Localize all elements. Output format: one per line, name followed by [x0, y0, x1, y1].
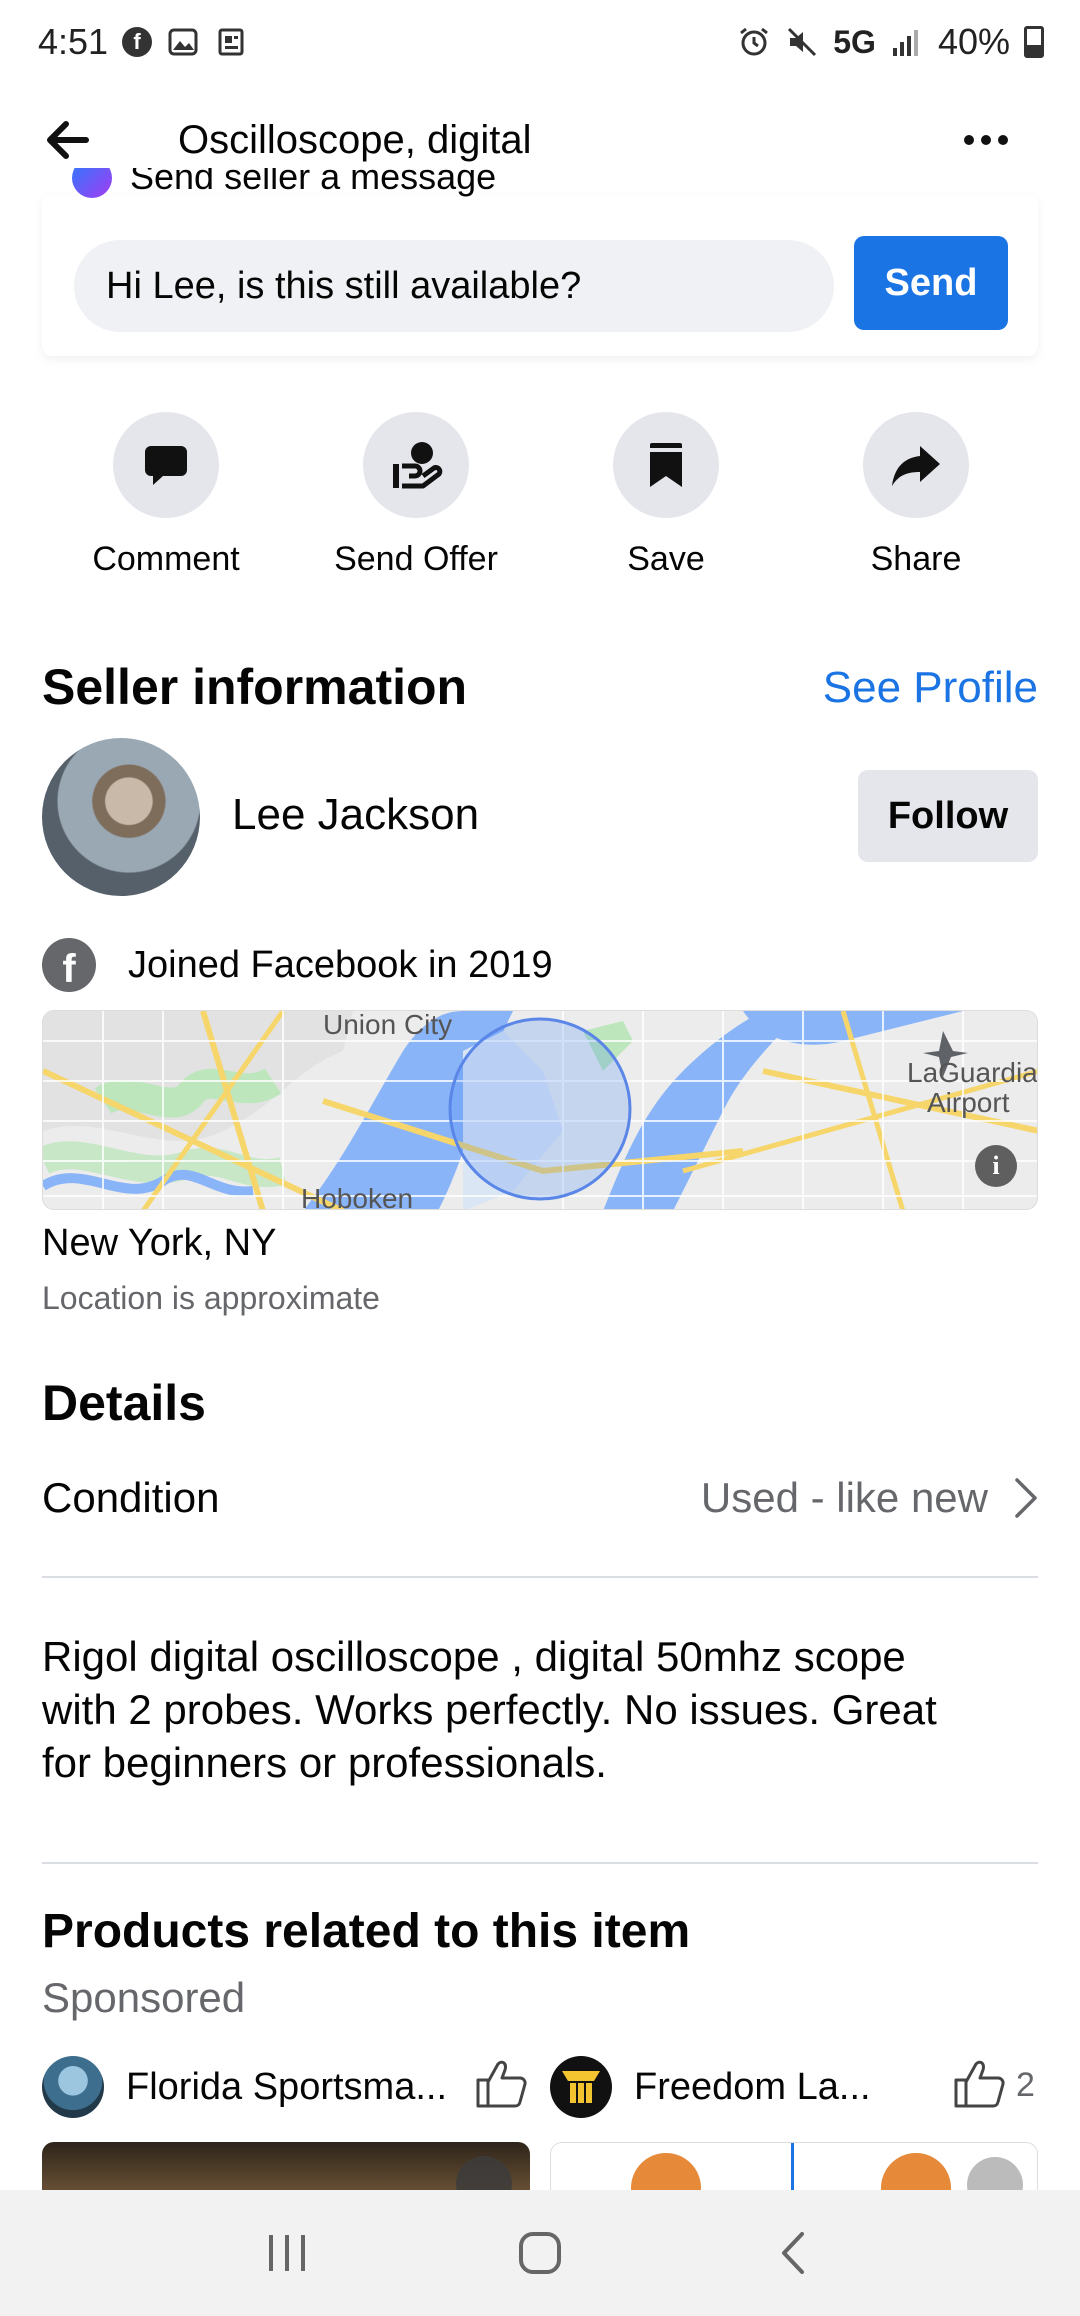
comment-icon — [113, 412, 219, 518]
like-icon[interactable] — [952, 2058, 1008, 2110]
chevron-left-icon — [782, 2232, 805, 2274]
product-card-image[interactable] — [42, 2142, 530, 2194]
action-row: Comment Send Offer Save Share — [0, 412, 1080, 579]
more-dot-icon — [998, 135, 1008, 145]
map-label: LaGuardia — [907, 1057, 1038, 1088]
status-time: 4:51 — [38, 21, 109, 62]
status-left: 4:51 f — [38, 21, 248, 63]
illustration-face-icon — [881, 2153, 951, 2193]
more-options-icon[interactable] — [967, 2157, 1023, 2193]
advertiser-name: Freedom La... — [634, 2065, 871, 2108]
joined-row: f Joined Facebook in 2019 — [42, 938, 553, 992]
joined-text: Joined Facebook in 2019 — [128, 943, 553, 986]
seller-name[interactable]: Lee Jackson — [232, 790, 479, 840]
send-button[interactable]: Send — [854, 236, 1008, 330]
condition-value: Used - like new — [700, 1474, 988, 1521]
share-icon — [863, 412, 969, 518]
map-label: Union City — [323, 1010, 453, 1040]
more-options-icon[interactable] — [456, 2156, 512, 2194]
share-label: Share — [870, 540, 962, 578]
share-action[interactable]: Share — [791, 412, 1041, 579]
location-map[interactable]: Union City LaGuardia Airport Hoboken i — [42, 1010, 1038, 1210]
comment-action[interactable]: Comment — [41, 412, 291, 579]
illustration-face-icon — [631, 2153, 701, 2193]
map-label: Airport — [927, 1087, 1010, 1118]
news-notification-icon — [214, 25, 248, 59]
product-header[interactable]: Florida Sportsma... — [42, 2056, 447, 2118]
item-description: Rigol digital oscilloscope , digital 50m… — [42, 1633, 937, 1786]
like-count: 2 — [1016, 2066, 1035, 2104]
back-arrow-icon — [47, 121, 89, 159]
messenger-icon — [72, 168, 112, 198]
chevron-right-icon — [1015, 1478, 1037, 1518]
divider — [42, 1862, 1038, 1864]
more-options-button[interactable] — [956, 110, 1016, 170]
seller-avatar[interactable] — [42, 738, 200, 896]
map-graphic — [43, 1011, 1037, 1209]
condition-row[interactable]: Condition Used - like new — [42, 1462, 1038, 1534]
more-dot-icon — [964, 135, 974, 145]
seller-info-title: Seller information — [42, 659, 468, 715]
alarm-icon — [737, 25, 771, 59]
product-card-image[interactable] — [550, 2142, 1038, 2194]
battery-percent: 40% — [937, 21, 1010, 62]
details-title: Details — [42, 1375, 206, 1431]
advertiser-name: Florida Sportsma... — [126, 2065, 447, 2108]
signal-icon — [890, 25, 924, 59]
send-offer-icon — [363, 412, 469, 518]
facebook-icon: f — [42, 938, 96, 992]
follow-button[interactable]: Follow — [858, 770, 1038, 862]
sponsored-label: Sponsored — [42, 1974, 246, 2021]
divider — [42, 1576, 1038, 1578]
products-title: Products related to this item — [42, 1905, 691, 1958]
like-icon[interactable] — [474, 2058, 530, 2110]
system-back-button[interactable] — [748, 2208, 838, 2298]
map-info-icon[interactable]: i — [975, 1145, 1017, 1187]
save-action[interactable]: Save — [541, 412, 791, 579]
advertiser-avatar — [42, 2056, 104, 2118]
recent-apps-icon — [268, 2235, 305, 2271]
home-button[interactable] — [495, 2208, 585, 2298]
home-icon — [518, 2232, 561, 2274]
page-title: Oscilloscope, digital — [178, 117, 532, 162]
send-offer-label: Send Offer — [334, 540, 498, 578]
condition-label: Condition — [42, 1474, 220, 1521]
location-note: Location is approximate — [42, 1280, 380, 1316]
message-input[interactable] — [74, 240, 834, 332]
divider — [791, 2143, 794, 2193]
recent-apps-button[interactable] — [242, 2208, 332, 2298]
advertiser-avatar — [550, 2056, 612, 2118]
gallery-notification-icon — [166, 25, 200, 59]
product-header[interactable]: Freedom La... — [550, 2056, 871, 2118]
mute-icon — [785, 25, 819, 59]
send-offer-action[interactable]: Send Offer — [291, 412, 541, 579]
comment-label: Comment — [92, 540, 240, 578]
network-type: 5G — [833, 23, 876, 60]
bookmark-icon — [613, 412, 719, 518]
more-dot-icon — [981, 135, 991, 145]
system-nav-bar — [0, 2190, 1080, 2316]
message-seller-heading-text: Send seller a message — [130, 168, 497, 197]
battery-icon — [1024, 26, 1044, 58]
map-label: Hoboken — [301, 1183, 414, 1210]
message-seller-heading: Send seller a message — [72, 168, 496, 198]
facebook-notification-icon: f — [122, 27, 153, 57]
location-name: New York, NY — [42, 1222, 277, 1264]
status-bar: 4:51 f 5G 40% — [0, 0, 1080, 84]
see-profile-link[interactable]: See Profile — [823, 663, 1038, 713]
status-right: 5G 40% — [737, 21, 1044, 63]
message-seller-card: Send seller a message Send — [42, 168, 1038, 356]
save-label: Save — [627, 540, 705, 578]
